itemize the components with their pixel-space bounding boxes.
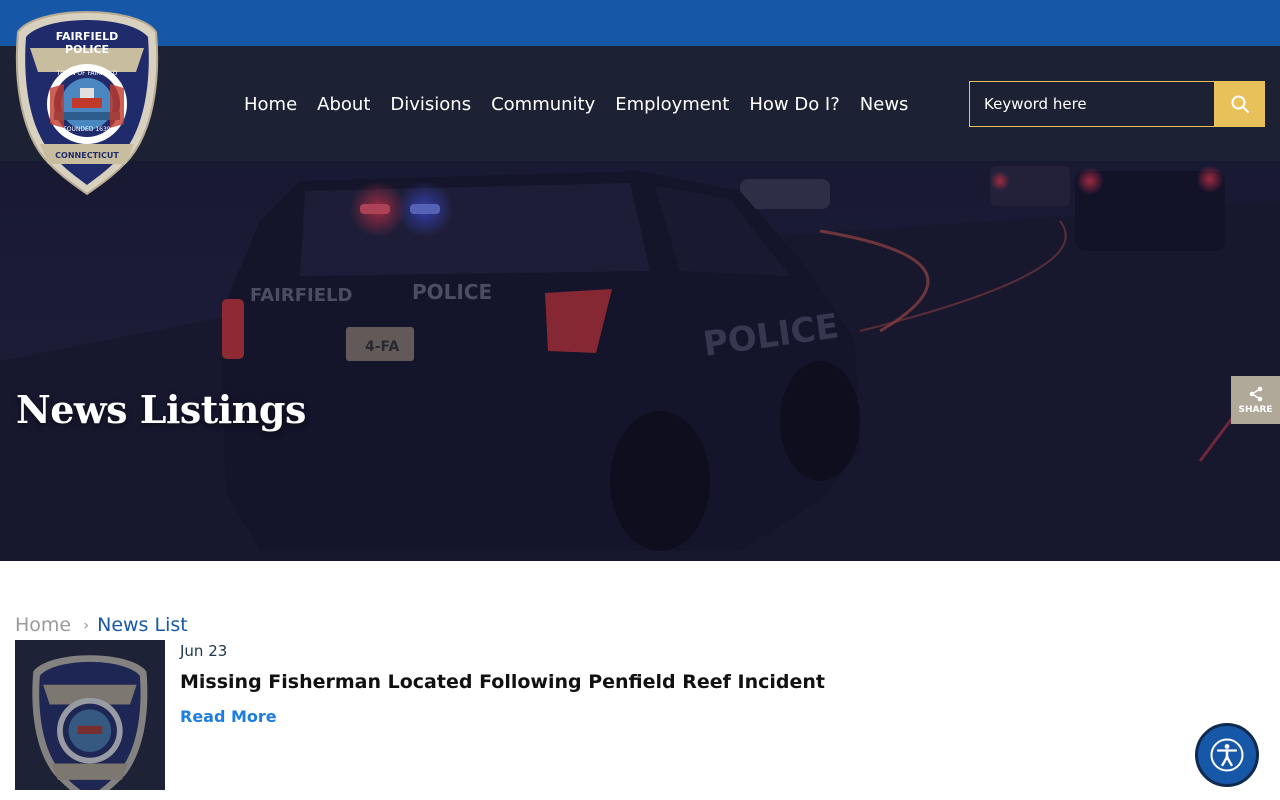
breadcrumb: Home › News List [15, 614, 188, 636]
search-input[interactable] [969, 81, 1215, 127]
breadcrumb-separator: › [83, 616, 90, 634]
nav-item-how-do-i[interactable]: How Do I? [739, 94, 849, 115]
search-form [969, 81, 1265, 127]
accessibility-icon [1210, 738, 1244, 772]
news-date: Jun 23 [180, 642, 228, 660]
nav-item-news[interactable]: News [850, 94, 919, 115]
nav-item-employment[interactable]: Employment [605, 94, 739, 115]
logo-bottom-text: CONNECTICUT [55, 151, 119, 160]
hero-banner: FAIRFIELD POLICE POLICE 4-FA News Listin… [0, 161, 1280, 561]
nav-item-community[interactable]: Community [481, 94, 605, 115]
news-list-item: Jun 23 Missing Fisherman Located Followi… [15, 640, 1115, 790]
news-thumbnail-logo [32, 655, 148, 790]
nav-item-home[interactable]: Home [234, 94, 307, 115]
share-label: SHARE [1238, 404, 1273, 415]
logo-ring-text: TOWN OF FAIRFIELD [56, 70, 118, 77]
accessibility-button[interactable] [1195, 723, 1259, 787]
share-button[interactable]: SHARE [1231, 376, 1280, 424]
read-more-link[interactable]: Read More [180, 707, 277, 726]
news-title[interactable]: Missing Fisherman Located Following Penf… [180, 671, 825, 693]
logo-founded-text: FOUNDED 1639 [63, 126, 110, 133]
top-bar [0, 0, 1280, 46]
logo-top-text: FAIRFIELD [56, 30, 119, 43]
search-icon [1231, 95, 1249, 113]
breadcrumb-current: News List [97, 614, 188, 636]
main-navigation: Home About Divisions Community Employmen… [234, 82, 918, 126]
fairfield-police-logo[interactable]: FAIRFIELD POLICE TOWN OF FAIRFIELD FOUND… [14, 8, 160, 198]
share-icon [1249, 386, 1262, 401]
nav-item-about[interactable]: About [307, 94, 380, 115]
news-thumbnail[interactable] [15, 640, 165, 790]
search-button[interactable] [1215, 81, 1265, 127]
nav-item-divisions[interactable]: Divisions [380, 94, 481, 115]
logo-middle-text: POLICE [65, 43, 109, 56]
police-car-photo: FAIRFIELD POLICE POLICE 4-FA [0, 161, 1280, 561]
breadcrumb-home[interactable]: Home [15, 614, 71, 636]
page-title: News Listings [16, 387, 306, 432]
